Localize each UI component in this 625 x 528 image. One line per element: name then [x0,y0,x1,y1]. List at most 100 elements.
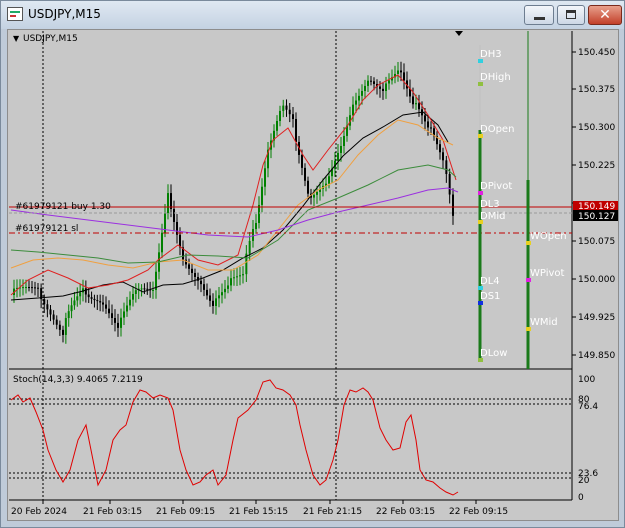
level-dpivot: DPivot [480,181,512,192]
candle-body [415,103,417,105]
candle-body [206,289,208,296]
title-bar[interactable]: USDJPY,M15 ✕ [1,1,624,29]
maximize-button[interactable] [557,5,585,25]
candle-body [58,324,61,330]
candle-body [126,305,128,312]
candle-body [361,90,363,96]
candle-body [90,297,93,299]
candle-body [233,277,235,279]
candle-body [123,311,125,318]
candle-body [218,295,220,299]
candle-body [76,296,79,301]
candle-body [152,289,154,291]
candle-body [161,232,163,253]
stochastic-panel: Stoch(14,3,3) 9.4065 7.2119 100 80 76.4 … [9,375,598,503]
candle-body [242,274,244,276]
chart-app-icon [7,7,23,21]
candle-body [173,208,175,222]
stoch-tick: 20 [578,476,590,486]
candle-body [108,308,110,314]
candle-body [439,144,441,153]
candle-body [285,105,288,110]
order-buy-label: #61979121 buy 1.30 [15,202,111,212]
candle-body [167,193,169,213]
candle-body [209,295,211,301]
candle-body [73,300,76,306]
candle-body [239,275,241,277]
candle-body [328,176,330,184]
chart-area[interactable]: ▼ USDJPY,M15 #61979121 buy 1.30 #6197912… [7,29,619,521]
price-chart[interactable]: ▼ USDJPY,M15 #61979121 buy 1.30 #6197912… [8,30,618,520]
candle-body [424,115,426,122]
candle-body [203,284,205,290]
candle-body [313,194,315,198]
candle-body [301,154,303,168]
candle-body [67,311,70,319]
level-dhigh: DHigh [480,72,511,83]
candle-body [397,70,399,74]
close-button[interactable]: ✕ [588,5,622,25]
candle-body [111,313,113,319]
level-ds1: DS1 [480,291,500,302]
candle-body [132,293,134,300]
candle-body [427,121,429,128]
candle-body [64,318,67,335]
candle-body [370,80,372,82]
price-tick: 150.225 [578,161,615,171]
stoch-tick: 76.4 [578,402,598,412]
candle-body [358,95,360,101]
candle-body [70,305,73,312]
order-sl-label: #61979121 sl [15,224,78,234]
stoch-tick: 0 [578,493,584,503]
candle-body [96,300,99,302]
candle-body [79,292,82,297]
candle-body [442,152,444,161]
chart-symbol-label: USDJPY,M15 [23,34,78,44]
menu-arrow-icon[interactable]: ▼ [13,34,20,43]
price-tick: 150.075 [578,237,615,247]
minimize-button[interactable] [524,5,554,25]
level-dlow: DLow [480,348,507,359]
candle-body [52,314,55,320]
candle-body [340,145,342,153]
candle-body [403,72,405,81]
candle-body [282,105,285,111]
level-dmid: DMid [480,211,505,222]
candle-body [31,287,33,289]
candle-body [452,194,454,216]
candle-body [316,191,318,195]
candle-body [382,88,384,91]
candle-body [93,298,96,301]
candle-body [230,278,232,286]
candle-body [105,304,107,309]
candle-body [188,264,190,269]
time-tick: 22 Feb 03:15 [376,507,435,517]
candle-body [46,304,49,310]
candle-body [87,294,90,298]
candle-body [221,292,223,296]
candle-body [146,288,149,290]
candle-body [248,240,251,254]
candle-body [430,127,432,129]
candle-body [49,309,52,315]
maximize-icon [566,10,576,19]
candle-body [343,135,345,146]
candle-body [385,83,387,91]
candle-body [236,276,238,278]
candle-body [143,288,146,290]
candle-body [379,86,381,89]
candle-body [120,317,122,328]
candle-body [194,272,196,277]
candle-body [445,160,448,175]
time-tick: 22 Feb 09:15 [449,507,508,517]
candle-body [276,120,278,131]
candle-body [418,103,420,110]
candle-body [448,174,451,195]
level-wpivot: WPivot [530,268,565,279]
price-tick: 150.000 [578,275,615,285]
minimize-icon [534,17,545,20]
level-dl4: DL4 [480,276,500,287]
candle-body [352,104,354,116]
candle-body [99,301,102,303]
candle-body [191,268,193,273]
